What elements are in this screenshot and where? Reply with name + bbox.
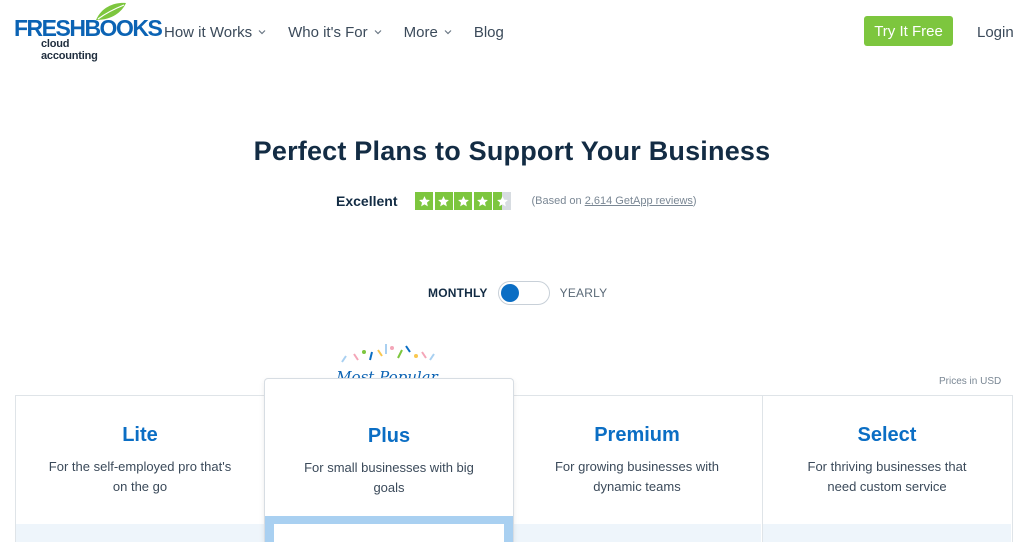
prices-note: Prices in USD — [939, 376, 1002, 387]
reviews-note: (Based on 2,614 GetApp reviews) — [531, 195, 696, 207]
nav-label: Who it's For — [288, 23, 368, 41]
plan-description: For the self-employed pro that's on the … — [48, 459, 232, 494]
plan-name: Premium — [594, 424, 680, 446]
nav-label: Blog — [473, 23, 504, 41]
monthly-label[interactable]: MONTHLY — [428, 286, 488, 300]
chevron-down-icon — [258, 30, 266, 35]
reviews-prefix: (Based on — [531, 195, 585, 207]
billing-toggle-row: MONTHLY YEARLY — [428, 281, 607, 305]
switch-knob — [500, 284, 519, 302]
plan-card-select[interactable]: Select For thriving businesses that need… — [762, 396, 1011, 542]
half-star-icon — [493, 192, 512, 210]
star-icon — [473, 192, 492, 210]
plans-row: Lite For the self-employed pro that's on… — [15, 395, 1013, 542]
plan-description: For growing businesses with dynamic team… — [554, 459, 720, 494]
plan-name: Plus — [367, 425, 411, 447]
login-link[interactable]: Login — [977, 24, 1014, 41]
chevron-down-icon — [444, 30, 452, 35]
plan-name: Lite — [122, 424, 158, 446]
plan-highlight-frame — [265, 516, 513, 542]
nav-more[interactable]: More — [404, 22, 452, 42]
plan-price-strip — [16, 524, 264, 542]
nav-label: More — [403, 23, 438, 41]
star-icon — [434, 192, 453, 210]
plan-card-premium[interactable]: Premium For growing businesses with dyna… — [513, 396, 761, 542]
plan-price-area — [274, 524, 504, 542]
main-nav: How it Works Who it's For More Blog — [164, 22, 526, 42]
chevron-down-icon — [374, 30, 382, 35]
rating-label: Excellent — [336, 193, 398, 209]
star-icon — [415, 192, 434, 210]
try-it-free-button[interactable]: Try It Free — [864, 16, 953, 46]
site-header: FRESHBOOKS cloud accounting How it Works… — [0, 0, 1024, 64]
nav-label: How it Works — [164, 23, 253, 41]
yearly-label[interactable]: YEARLY — [560, 286, 608, 300]
confetti-icon — [341, 344, 435, 363]
plan-price-strip — [763, 524, 1011, 542]
reviews-suffix: ) — [692, 195, 697, 207]
logo-wordmark: FRESHBOOKS — [14, 15, 163, 41]
nav-who-its-for[interactable]: Who it's For — [288, 22, 382, 42]
plan-description: For thriving businesses that need custom… — [807, 459, 967, 494]
rating-row: Excellent (Based on 2,614 GetApp reviews… — [336, 191, 697, 211]
nav-blog[interactable]: Blog — [474, 22, 504, 42]
nav-how-it-works[interactable]: How it Works — [164, 22, 266, 42]
star-icon — [454, 192, 473, 210]
plan-price-strip — [513, 524, 761, 542]
freshbooks-logo[interactable]: FRESHBOOKS cloud accounting — [14, 2, 163, 62]
plan-card-plus[interactable]: Plus For small businesses with big goals — [264, 378, 514, 542]
page-title: Perfect Plans to Support Your Business — [253, 136, 771, 166]
plan-name: Select — [857, 424, 917, 446]
billing-switch[interactable] — [497, 281, 550, 305]
plan-card-lite[interactable]: Lite For the self-employed pro that's on… — [16, 396, 264, 542]
star-rating — [415, 192, 512, 210]
logo-tagline: cloud accounting — [41, 38, 98, 62]
plan-description: For small businesses with big goals — [304, 460, 474, 495]
getapp-reviews-link[interactable]: 2,614 GetApp reviews — [585, 195, 693, 207]
